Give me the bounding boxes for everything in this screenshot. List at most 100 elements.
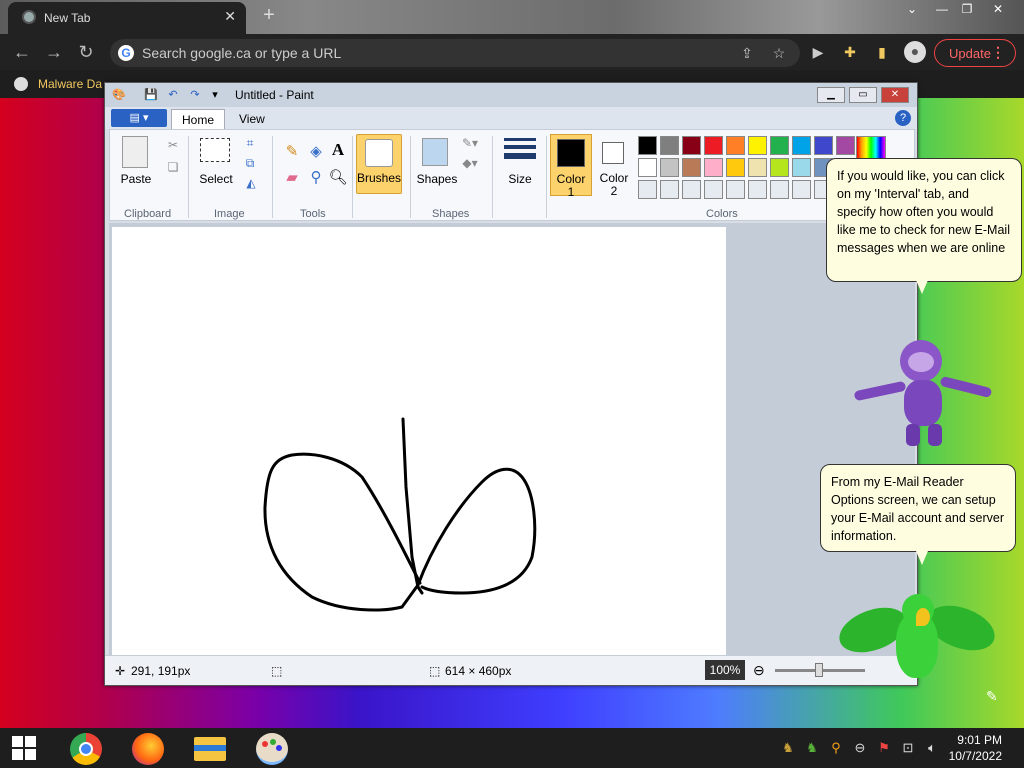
palette-swatch[interactable]: [814, 136, 833, 155]
palette-swatch[interactable]: [770, 180, 789, 199]
size-button[interactable]: Size: [500, 172, 540, 186]
paint-close-button[interactable]: ✕: [881, 87, 909, 103]
text-tool-icon[interactable]: A: [328, 140, 348, 160]
update-button[interactable]: Update ⋮: [934, 39, 1016, 67]
palette-swatch[interactable]: [726, 136, 745, 155]
file-explorer-taskbar-icon[interactable]: [194, 737, 226, 761]
crop-icon[interactable]: ⌗: [242, 136, 258, 151]
save-icon[interactable]: 💾: [143, 87, 159, 103]
chevron-down-icon[interactable]: ⌄: [900, 0, 924, 20]
magnifier-icon[interactable]: 🔍︎: [328, 168, 348, 186]
palette-swatch[interactable]: [682, 136, 701, 155]
palette-swatch[interactable]: [704, 158, 723, 177]
bookmark-malware[interactable]: Malware Da: [38, 77, 102, 91]
tab-new-tab[interactable]: New Tab ✕: [8, 2, 246, 34]
help-icon[interactable]: ?: [895, 110, 911, 126]
tray-network-icon[interactable]: ⊡: [900, 740, 916, 756]
palette-swatch[interactable]: [792, 158, 811, 177]
paint-window: 🎨 💾 ↶ ↷ ▾ Untitled - Paint ▁ ▭ ✕ ▤ ▾ Hom…: [104, 82, 918, 686]
palette-swatch[interactable]: [726, 180, 745, 199]
bonzi-speech-bubble-1: If you would like, you can click on my '…: [826, 158, 1022, 282]
selection-size-icon: ⬚: [271, 664, 283, 678]
outline-icon[interactable]: ✎▾: [460, 136, 480, 150]
tab-close-icon[interactable]: ✕: [224, 8, 236, 25]
redo-icon[interactable]: ↷: [187, 87, 203, 103]
window-close-icon[interactable]: ✕: [986, 0, 1010, 20]
new-tab-button[interactable]: +: [258, 4, 280, 26]
palette-swatch[interactable]: [660, 136, 679, 155]
resize-icon[interactable]: ⧉: [242, 156, 258, 171]
palette-swatch[interactable]: [770, 136, 789, 155]
color1-button[interactable]: Color 1: [550, 134, 592, 199]
minimize-icon[interactable]: —: [930, 0, 954, 20]
paste-button[interactable]: Paste: [114, 172, 158, 186]
palette-swatch[interactable]: [704, 180, 723, 199]
tab-view[interactable]: View: [229, 109, 275, 129]
fill-icon[interactable]: ◈: [306, 142, 326, 160]
restore-icon[interactable]: ❐: [955, 0, 979, 20]
pencil-icon[interactable]: ✎: [282, 142, 302, 160]
zoom-out-icon[interactable]: ⊖: [753, 662, 765, 679]
tray-parrot-icon[interactable]: ♞: [804, 740, 820, 756]
palette-swatch[interactable]: [748, 136, 767, 155]
fill-style-icon[interactable]: ◆▾: [460, 156, 480, 170]
palette-swatch[interactable]: [638, 158, 657, 177]
parrot-beak: [916, 608, 930, 626]
palette-swatch[interactable]: [638, 136, 657, 155]
tray-dnd-icon[interactable]: ⊖: [852, 740, 868, 756]
palette-swatch[interactable]: [660, 180, 679, 199]
copy-icon[interactable]: ❏: [166, 160, 180, 174]
extensions-icon[interactable]: ✚: [840, 42, 860, 62]
undo-icon[interactable]: ↶: [165, 87, 181, 103]
tray-search-icon[interactable]: ⚲: [828, 740, 844, 756]
share-icon[interactable]: ⇪: [738, 44, 756, 62]
palette-swatch[interactable]: [748, 180, 767, 199]
cut-icon[interactable]: ✂: [166, 138, 180, 152]
select-button[interactable]: Select: [192, 172, 240, 186]
palette-swatch[interactable]: [638, 180, 657, 199]
color-picker-icon[interactable]: ⚲: [306, 168, 326, 186]
taskbar-clock[interactable]: 9:01 PM 10/7/2022: [949, 732, 1002, 764]
palette-swatch[interactable]: [704, 136, 723, 155]
zoom-slider-thumb[interactable]: [815, 663, 823, 677]
palette-swatch[interactable]: [792, 180, 811, 199]
windows-start-icon[interactable]: [12, 736, 36, 760]
rotate-icon[interactable]: ◭: [242, 176, 260, 190]
back-icon[interactable]: ←: [12, 42, 32, 62]
firefox-taskbar-icon[interactable]: [132, 733, 164, 765]
palette-swatch[interactable]: [792, 136, 811, 155]
color2-button[interactable]: Color 2: [594, 134, 634, 198]
media-play-icon[interactable]: ▶: [808, 42, 828, 62]
reload-icon[interactable]: ↻: [76, 42, 96, 62]
drawing-canvas[interactable]: [112, 227, 726, 655]
palette-swatch[interactable]: [682, 158, 701, 177]
tray-volume-icon[interactable]: 🔈︎: [924, 740, 940, 756]
tray-flag-icon[interactable]: ⚑: [876, 740, 892, 756]
palette-swatch[interactable]: [770, 158, 789, 177]
palette-swatch[interactable]: [682, 180, 701, 199]
palette-swatch[interactable]: [660, 158, 679, 177]
side-panel-icon[interactable]: ▮: [872, 42, 892, 62]
shapes-button[interactable]: Shapes: [412, 172, 462, 186]
file-menu-button[interactable]: ▤ ▾: [111, 109, 167, 127]
tray-bonzi-icon[interactable]: ♞: [780, 740, 796, 756]
color2-swatch: [602, 142, 624, 164]
group-clipboard-label: Clipboard: [124, 208, 172, 220]
tab-home[interactable]: Home: [171, 109, 226, 129]
paint-minimize-button[interactable]: ▁: [817, 87, 845, 103]
forward-icon[interactable]: →: [44, 42, 64, 62]
bookmark-star-icon[interactable]: ☆: [770, 44, 788, 62]
paint-taskbar-icon[interactable]: [256, 733, 288, 765]
palette-swatch[interactable]: [836, 136, 855, 155]
brushes-button[interactable]: Brushes: [356, 134, 402, 194]
profile-avatar[interactable]: ●: [904, 41, 926, 63]
clock-date: 10/7/2022: [948, 749, 1002, 763]
qat-dropdown-icon[interactable]: ▾: [207, 87, 223, 103]
eraser-icon[interactable]: ▰: [282, 168, 302, 186]
paint-maximize-button[interactable]: ▭: [849, 87, 877, 103]
palette-swatch[interactable]: [748, 158, 767, 177]
palette-swatch[interactable]: [726, 158, 745, 177]
kebab-menu-icon[interactable]: ⋮: [991, 44, 1005, 61]
omnibox[interactable]: G Search google.ca or type a URL ⇪ ☆: [110, 39, 800, 67]
chrome-taskbar-icon[interactable]: [70, 733, 102, 765]
